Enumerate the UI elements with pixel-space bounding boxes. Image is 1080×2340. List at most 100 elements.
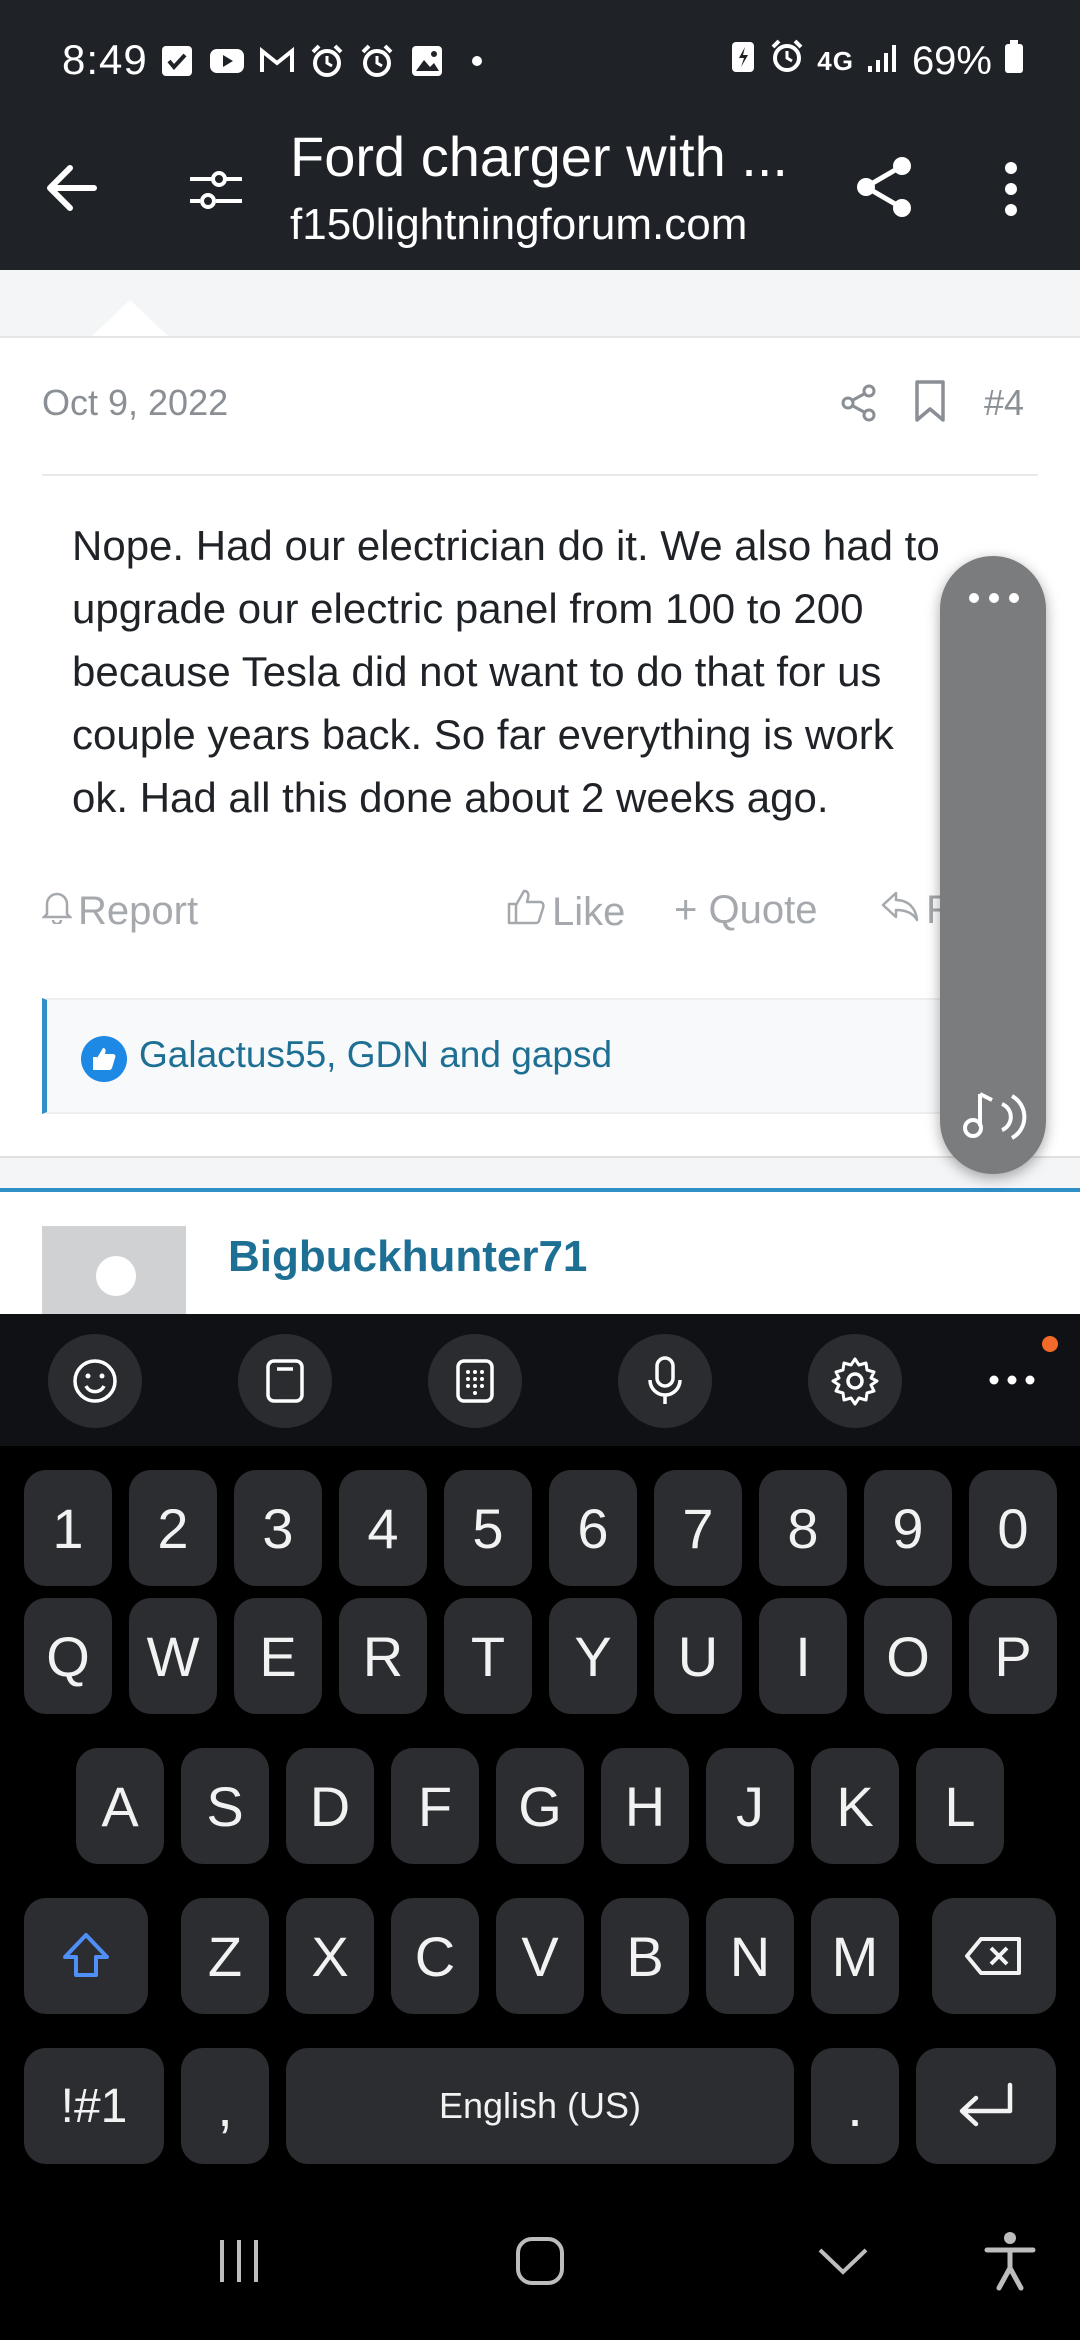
report-button[interactable]: Report — [40, 888, 199, 934]
screen: 8:49 4G 69% Ford charger with ... f150li… — [0, 0, 1080, 2340]
key-c[interactable]: C — [391, 1898, 479, 2014]
floating-voice-panel[interactable] — [940, 556, 1046, 1174]
microphone-icon[interactable] — [618, 1334, 712, 1428]
notification-dot — [1042, 1336, 1058, 1352]
settings-icon[interactable] — [808, 1334, 902, 1428]
recent-apps-icon[interactable] — [204, 2226, 274, 2296]
divider — [42, 474, 1038, 476]
period-key[interactable]: . — [811, 2048, 899, 2164]
key-b[interactable]: B — [601, 1898, 689, 2014]
key-0[interactable]: 0 — [969, 1470, 1057, 1586]
back-arrow-icon[interactable] — [40, 156, 104, 220]
key-z[interactable]: Z — [181, 1898, 269, 2014]
key-l[interactable]: L — [916, 1748, 1004, 1864]
home-icon[interactable] — [505, 2226, 575, 2296]
key-x[interactable]: X — [286, 1898, 374, 2014]
key-1[interactable]: 1 — [24, 1470, 112, 1586]
keyboard: 1 2 3 4 5 6 7 8 9 0 Q W E R T Y U I O P … — [0, 1446, 1080, 2170]
key-d[interactable]: D — [286, 1748, 374, 1864]
reactions-bar[interactable]: Galactus55, GDN and gapsd — [42, 998, 1042, 1114]
web-content[interactable]: Oct 9, 2022 #4 Nope. Had our electrician… — [0, 270, 1080, 1314]
key-r[interactable]: R — [339, 1598, 427, 1714]
status-bar: 8:49 4G 69% — [0, 0, 1080, 124]
report-label: Report — [78, 888, 199, 933]
gallery-icon — [408, 42, 446, 80]
share-icon[interactable] — [850, 152, 920, 222]
status-time: 8:49 — [62, 36, 148, 83]
keypad-icon[interactable] — [428, 1334, 522, 1428]
next-post-header: Bigbuckhunter71 — [0, 1192, 1080, 1314]
backspace-icon — [965, 1937, 1021, 1975]
more-dots-icon[interactable] — [964, 586, 1024, 610]
key-f[interactable]: F — [391, 1748, 479, 1864]
backspace-key[interactable] — [932, 1898, 1056, 2014]
more-options-icon[interactable] — [990, 156, 1032, 222]
key-m[interactable]: M — [811, 1898, 899, 2014]
key-a[interactable]: A — [76, 1748, 164, 1864]
avatar[interactable] — [42, 1226, 186, 1314]
notification-icons — [158, 42, 496, 80]
status-right: 4G 69% — [729, 38, 1024, 84]
key-v[interactable]: V — [496, 1898, 584, 2014]
battery-icon — [1004, 39, 1024, 84]
page-url[interactable]: f150lightningforum.com — [290, 200, 747, 250]
youtube-icon — [208, 42, 246, 80]
key-p[interactable]: P — [969, 1598, 1057, 1714]
key-7[interactable]: 7 — [654, 1470, 742, 1586]
quote-button[interactable]: + Quote — [674, 888, 817, 933]
key-j[interactable]: J — [706, 1748, 794, 1864]
like-label: Like — [552, 889, 626, 934]
key-n[interactable]: N — [706, 1898, 794, 2014]
key-w[interactable]: W — [129, 1598, 217, 1714]
clipboard-icon[interactable] — [238, 1334, 332, 1428]
key-o[interactable]: O — [864, 1598, 952, 1714]
key-s[interactable]: S — [181, 1748, 269, 1864]
page-title: Ford charger with ... — [290, 125, 788, 188]
post-share-icon[interactable] — [838, 382, 880, 424]
reply-icon — [880, 888, 920, 933]
like-button[interactable]: Like — [506, 888, 625, 936]
shift-key[interactable] — [24, 1898, 148, 2014]
key-8[interactable]: 8 — [759, 1470, 847, 1586]
comma-key[interactable]: , — [181, 2048, 269, 2164]
browser-app-bar: Ford charger with ... f150lightningforum… — [0, 124, 1080, 270]
bookmark-icon[interactable] — [912, 378, 948, 424]
key-4[interactable]: 4 — [339, 1470, 427, 1586]
key-i[interactable]: I — [759, 1598, 847, 1714]
username[interactable]: Bigbuckhunter71 — [228, 1232, 587, 1282]
post-date[interactable]: Oct 9, 2022 — [42, 382, 228, 424]
key-q[interactable]: Q — [24, 1598, 112, 1714]
key-2[interactable]: 2 — [129, 1470, 217, 1586]
keyboard-toolbar — [0, 1314, 1080, 1446]
key-6[interactable]: 6 — [549, 1470, 637, 1586]
symbols-key[interactable]: !#1 — [24, 2048, 164, 2164]
key-t[interactable]: T — [444, 1598, 532, 1714]
post-body-line: upgrade our electric panel from 100 to 2… — [72, 585, 864, 632]
system-nav-bar — [0, 2170, 1080, 2340]
hide-keyboard-icon[interactable] — [808, 2226, 878, 2296]
site-settings-icon[interactable] — [186, 160, 246, 220]
more-icon[interactable] — [984, 1352, 1040, 1408]
like-reaction-icon — [81, 1036, 127, 1082]
key-y[interactable]: Y — [549, 1598, 637, 1714]
key-e[interactable]: E — [234, 1598, 322, 1714]
alarm-icon — [308, 42, 346, 80]
key-3[interactable]: 3 — [234, 1470, 322, 1586]
enter-key[interactable] — [916, 2048, 1056, 2164]
alarm-icon — [769, 38, 805, 84]
emoji-icon[interactable] — [48, 1334, 142, 1428]
key-u[interactable]: U — [654, 1598, 742, 1714]
shift-icon — [63, 1933, 109, 1977]
battery-saver-icon — [729, 38, 757, 84]
key-9[interactable]: 9 — [864, 1470, 952, 1586]
key-g[interactable]: G — [496, 1748, 584, 1864]
bell-icon — [40, 888, 74, 934]
alarm-icon — [358, 42, 396, 80]
post-number[interactable]: #4 — [984, 382, 1024, 424]
key-k[interactable]: K — [811, 1748, 899, 1864]
read-aloud-icon[interactable] — [958, 1086, 1030, 1146]
key-h[interactable]: H — [601, 1748, 689, 1864]
key-5[interactable]: 5 — [444, 1470, 532, 1586]
accessibility-icon[interactable] — [975, 2226, 1045, 2296]
space-key[interactable]: English (US) — [286, 2048, 794, 2164]
